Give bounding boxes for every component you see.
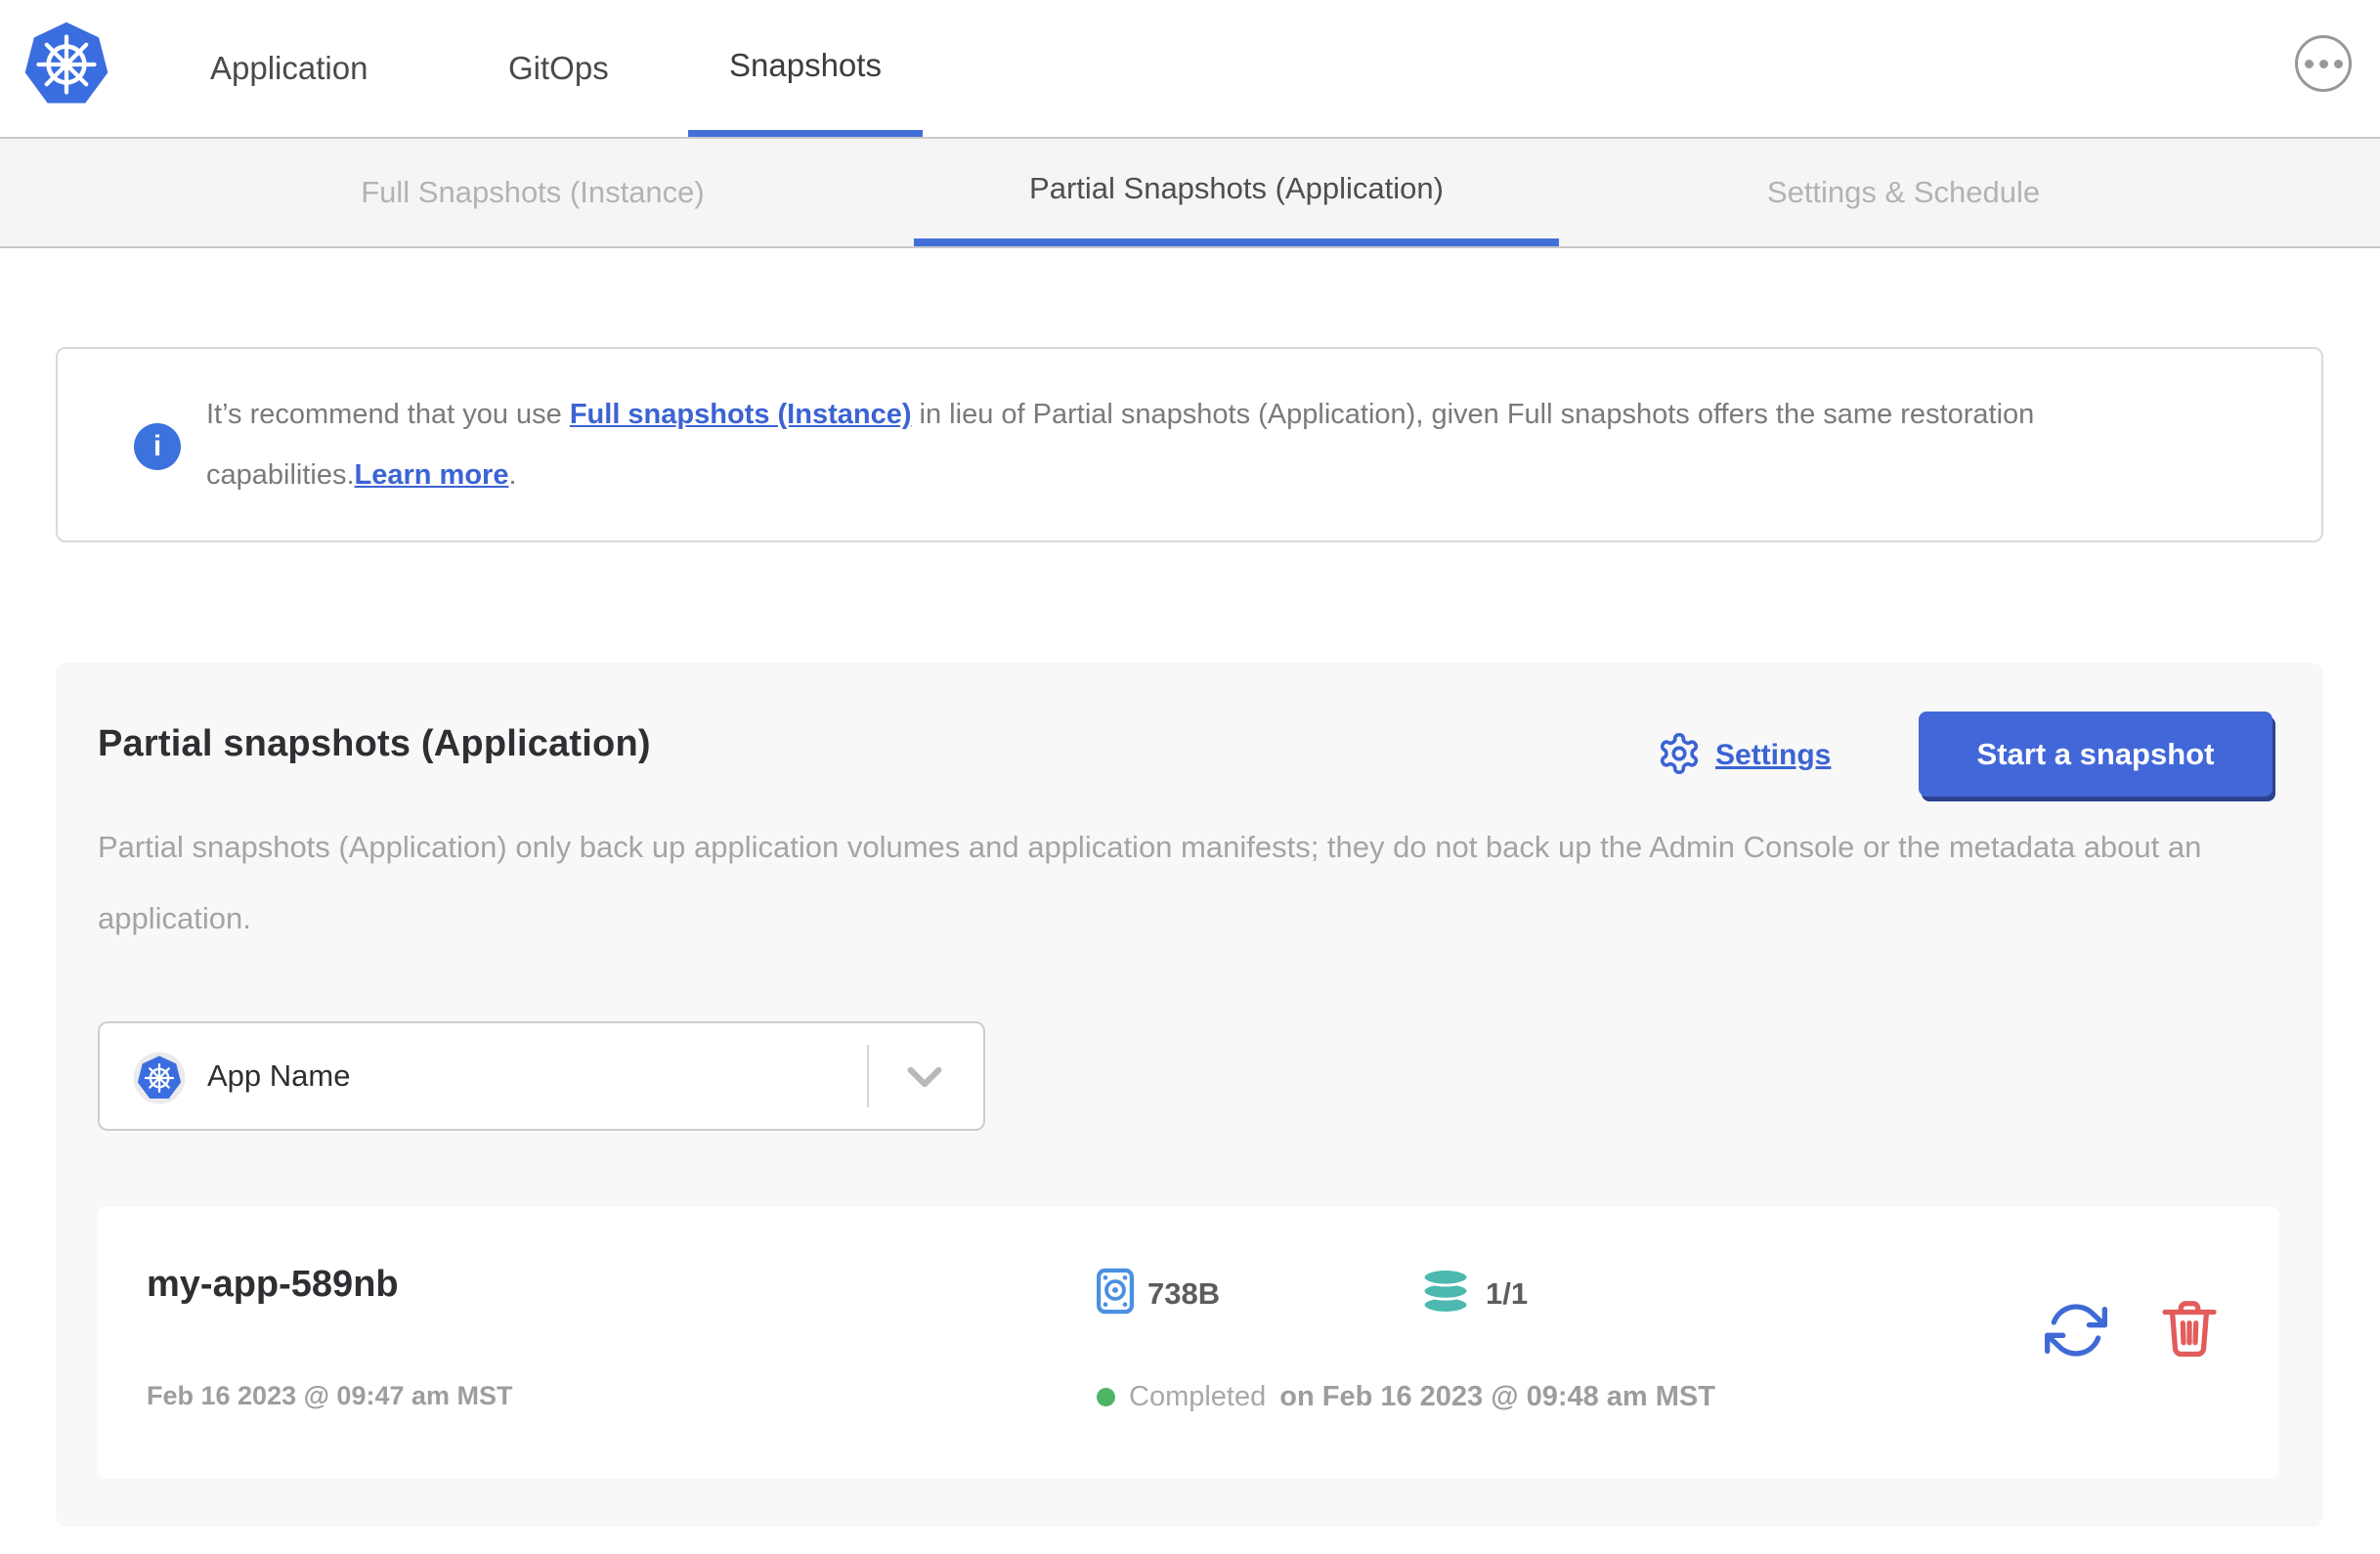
nav-tab-gitops[interactable]: GitOps bbox=[508, 0, 609, 137]
trash-icon bbox=[2160, 1301, 2219, 1364]
partial-snapshots-panel: Partial snapshots (Application) Settings… bbox=[56, 663, 2323, 1527]
tab-settings-schedule[interactable]: Settings & Schedule bbox=[1710, 139, 2097, 246]
snapshot-finished-timestamp: on Feb 16 2023 @ 09:48 am MST bbox=[1279, 1381, 1715, 1412]
kubernetes-logo-icon bbox=[22, 20, 111, 109]
ellipsis-icon bbox=[2333, 59, 2343, 68]
ellipsis-icon bbox=[2318, 59, 2328, 68]
snapshot-settings-link[interactable]: Settings bbox=[1657, 731, 1831, 780]
start-snapshot-button[interactable]: Start a snapshot bbox=[1919, 712, 2272, 797]
full-snapshots-link[interactable]: Full snapshots (Instance) bbox=[570, 399, 912, 430]
top-navbar: Application GitOps Snapshots bbox=[0, 0, 2380, 139]
info-icon: i bbox=[134, 423, 181, 470]
more-options-button[interactable] bbox=[2295, 35, 2352, 92]
banner-text: It’s recommend that you use Full snapsho… bbox=[206, 384, 2254, 505]
snapshot-volumes-value: 1/1 bbox=[1486, 1275, 1529, 1311]
ellipsis-icon bbox=[2304, 59, 2314, 68]
app-selector-value: App Name bbox=[207, 1058, 351, 1093]
nav-tab-application[interactable]: Application bbox=[210, 0, 368, 137]
restore-icon bbox=[2045, 1304, 2107, 1364]
delete-snapshot-button[interactable] bbox=[2160, 1297, 2219, 1361]
snapshots-subtabs: Full Snapshots (Instance) Partial Snapsh… bbox=[0, 139, 2380, 248]
restore-snapshot-button[interactable] bbox=[2045, 1299, 2107, 1361]
tab-full-snapshots-instance[interactable]: Full Snapshots (Instance) bbox=[288, 139, 777, 246]
snapshot-size-metric: 738B bbox=[1097, 1268, 1220, 1319]
banner-text-part1: It’s recommend that you use bbox=[206, 399, 570, 430]
snapshot-size-value: 738B bbox=[1147, 1275, 1221, 1311]
snapshot-volumes-metric: 1/1 bbox=[1419, 1268, 1528, 1319]
panel-description: Partial snapshots (Application) only bac… bbox=[98, 830, 2202, 935]
disk-icon bbox=[1097, 1268, 1134, 1319]
chevron-down-icon bbox=[907, 1066, 942, 1093]
snapshot-status-row: Completed on Feb 16 2023 @ 09:48 am MST bbox=[1097, 1381, 1715, 1413]
tab-partial-snapshots-application[interactable]: Partial Snapshots (Application) bbox=[914, 139, 1559, 246]
snapshot-status: Completed bbox=[1129, 1381, 1267, 1412]
snapshot-name: my-app-589nb bbox=[147, 1264, 399, 1305]
database-icon bbox=[1419, 1268, 1472, 1319]
learn-more-link[interactable]: Learn more bbox=[355, 459, 509, 491]
recommendation-banner: i It’s recommend that you use Full snaps… bbox=[56, 347, 2323, 542]
gear-icon bbox=[1657, 731, 1702, 781]
snapshot-row: my-app-589nb Feb 16 2023 @ 09:47 am MST … bbox=[98, 1207, 2279, 1479]
status-dot-icon bbox=[1097, 1388, 1115, 1406]
settings-link-label: Settings bbox=[1715, 739, 1832, 771]
banner-text-part3: . bbox=[508, 459, 517, 491]
selector-divider bbox=[867, 1045, 869, 1107]
panel-title: Partial snapshots (Application) bbox=[98, 723, 651, 764]
app-kubernetes-icon bbox=[133, 1052, 186, 1104]
snapshot-created-timestamp: Feb 16 2023 @ 09:47 am MST bbox=[147, 1381, 513, 1410]
snapshots-page: Application GitOps Snapshots Full Snapsh… bbox=[0, 0, 2380, 1554]
app-name-selector[interactable]: App Name bbox=[98, 1021, 985, 1131]
nav-tab-snapshots[interactable]: Snapshots bbox=[688, 0, 923, 137]
